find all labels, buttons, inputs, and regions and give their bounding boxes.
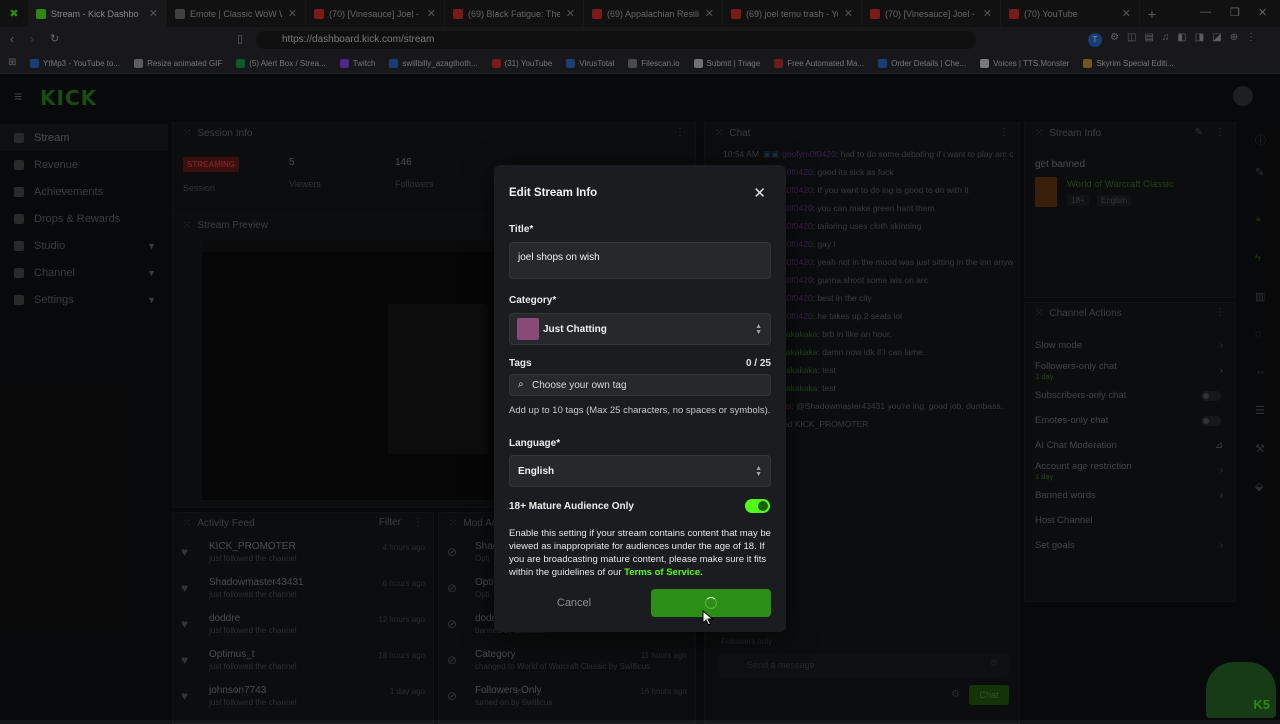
loading-spinner-icon	[705, 597, 717, 609]
mature-toggle[interactable]	[745, 499, 770, 513]
category-thumbnail-icon	[517, 318, 539, 340]
language-value: English	[518, 466, 555, 477]
mouse-cursor-icon	[702, 610, 714, 626]
tags-help-text: Add up to 10 tags (Max 25 characters, no…	[509, 405, 771, 416]
select-arrows-icon: ▲ ▼	[755, 465, 762, 478]
mature-help-text: Enable this setting if your stream conta…	[509, 527, 771, 579]
cancel-button[interactable]: Cancel	[509, 589, 639, 617]
select-arrows-icon: ▲ ▼	[755, 323, 762, 336]
close-icon[interactable]: ✕	[753, 184, 766, 202]
tags-label: Tags	[509, 358, 532, 369]
search-icon: ⌕	[518, 379, 524, 390]
tags-count: 0 / 25	[745, 358, 771, 369]
language-select[interactable]: English ▲ ▼	[509, 455, 771, 487]
modal-title: Edit Stream Info	[509, 187, 598, 199]
title-input-value: joel shops on wish	[518, 252, 600, 263]
category-label: Category*	[509, 295, 557, 306]
terms-link[interactable]: Terms of Service.	[624, 567, 703, 578]
title-label: Title*	[509, 224, 534, 235]
edit-stream-info-modal: Edit Stream Info ✕ Title* joel shops on …	[494, 165, 786, 632]
tags-placeholder: Choose your own tag	[532, 380, 627, 391]
category-select[interactable]: Just Chatting ▲ ▼	[509, 313, 771, 345]
tags-input[interactable]: ⌕ Choose your own tag	[509, 374, 771, 396]
language-label: Language*	[509, 438, 561, 449]
category-value: Just Chatting	[543, 324, 607, 335]
mature-label: 18+ Mature Audience Only	[509, 501, 634, 512]
title-input[interactable]: joel shops on wish	[509, 242, 771, 279]
